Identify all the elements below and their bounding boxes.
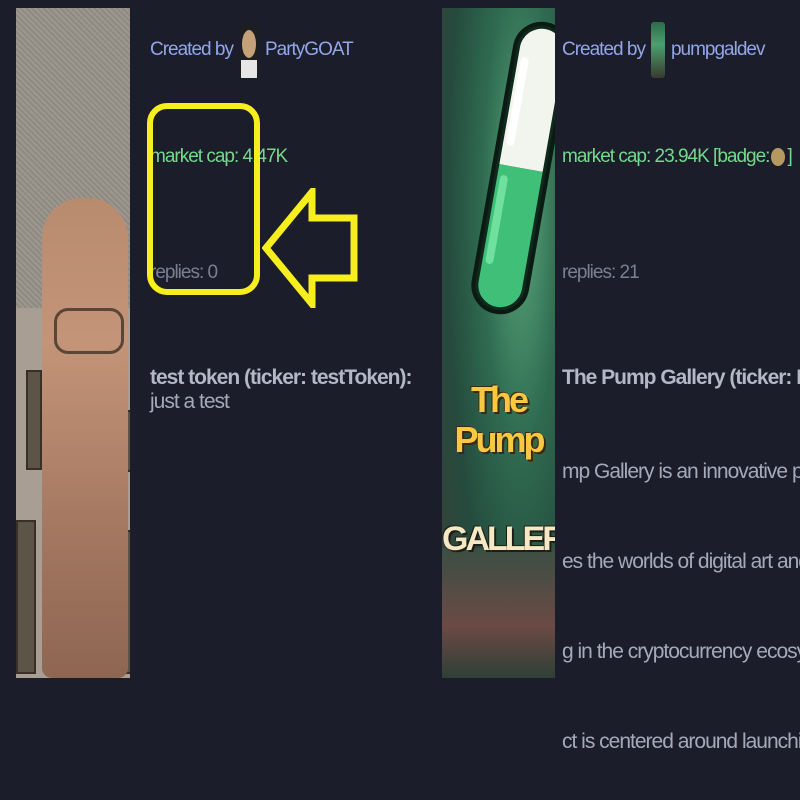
capsule-pill-icon — [471, 21, 555, 315]
token-title: test token (ticker: testToken): — [150, 366, 412, 389]
created-by-row[interactable]: Created by pumpgaldev — [562, 20, 800, 80]
creator-avatar[interactable] — [238, 22, 259, 78]
coin-meta: Created by pumpgaldev market cap: 23.94K… — [562, 20, 800, 753]
market-cap-value: market cap: 23.94K — [562, 146, 710, 167]
image-title: The Pump — [454, 379, 545, 460]
coin-card-pump-gallery[interactable]: The Pump GALLERY Created by pumpgaldev m… — [420, 0, 800, 800]
token-description-line: es the worlds of digital art and digital… — [562, 550, 800, 573]
glasses-shape — [54, 308, 124, 354]
coin-image[interactable] — [16, 8, 130, 678]
badge-icon — [771, 147, 786, 166]
badge-prefix: [badge: — [713, 146, 770, 167]
person-face — [42, 198, 128, 678]
image-band — [442, 548, 555, 678]
token-description: test token (ticker: testToken): just a t… — [150, 366, 420, 414]
token-title: The Pump Gallery (ticker: PUMPGAL): T — [562, 366, 800, 389]
token-description-line: ct is centered around launching a token — [562, 730, 800, 753]
badge-suffix: ] — [787, 146, 792, 167]
coin-list-page: Created by PartyGOAT market cap: 4.47K r… — [0, 0, 800, 800]
replies-count: replies: 21 — [562, 262, 640, 283]
token-description-line: mp Gallery is an innovative platform tha… — [562, 460, 800, 483]
picture-frame — [16, 520, 36, 674]
coin-card-test-token[interactable]: Created by PartyGOAT market cap: 4.47K r… — [0, 0, 420, 800]
image-subtitle: GALLERY — [442, 520, 555, 558]
coin-meta: Created by PartyGOAT market cap: 4.47K r… — [150, 20, 420, 413]
pointer-arrow-icon — [262, 188, 358, 308]
creator-name-link[interactable]: pumpgaldev — [671, 39, 766, 61]
market-cap: market cap: 23.94K [badge:] — [562, 146, 793, 168]
picture-frame — [26, 370, 42, 470]
creator-avatar[interactable] — [650, 22, 665, 78]
created-by-label: Created by — [562, 39, 646, 60]
creator-name-link[interactable]: PartyGOAT — [265, 39, 354, 61]
token-description-text: just a test — [150, 390, 230, 413]
token-description-line: g in the cryptocurrency ecosystem. This — [562, 640, 800, 663]
coin-image[interactable]: The Pump GALLERY — [442, 8, 555, 678]
created-by-label: Created by — [150, 39, 234, 60]
highlight-box — [147, 103, 260, 295]
created-by-row[interactable]: Created by PartyGOAT — [150, 20, 420, 80]
